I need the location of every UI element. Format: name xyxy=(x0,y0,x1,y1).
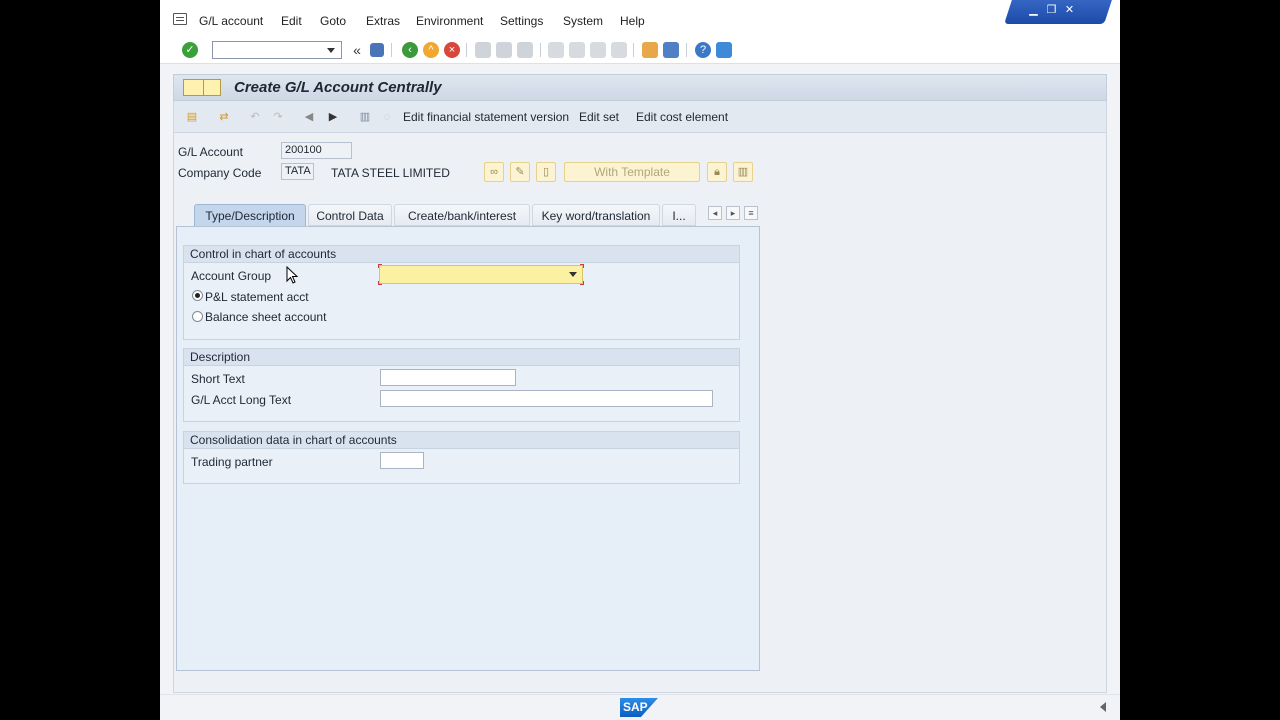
other-object-icon[interactable]: ⇄ xyxy=(217,110,231,124)
menu-environment[interactable]: Environment xyxy=(416,14,483,28)
required-marker xyxy=(580,264,584,268)
with-template-button[interactable]: With Template xyxy=(564,162,700,182)
menu-extras[interactable]: Extras xyxy=(366,14,400,28)
menu-edit[interactable]: Edit xyxy=(281,14,302,28)
sap-logo: SAP xyxy=(620,698,658,717)
pl-statement-label: P&L statement acct xyxy=(205,290,309,304)
tab-type-description[interactable]: Type/Description xyxy=(194,204,306,226)
trading-partner-field[interactable] xyxy=(380,452,424,469)
balance-sheet-label: Balance sheet account xyxy=(205,310,327,324)
cancel-icon[interactable]: × xyxy=(444,42,460,58)
save-icon[interactable] xyxy=(370,43,384,57)
system-toolbar: ✓ « ‹ ^ × ? xyxy=(160,38,1120,64)
mouse-cursor-icon xyxy=(286,266,298,284)
control-group-title: Control in chart of accounts xyxy=(184,246,739,263)
consolidation-group-title: Consolidation data in chart of accounts xyxy=(184,432,739,449)
previous-page-icon[interactable] xyxy=(569,42,585,58)
menu-gl-account[interactable]: G/L account xyxy=(199,14,263,28)
tab-list-icon[interactable]: ≡ xyxy=(744,206,758,220)
find-icon[interactable] xyxy=(496,42,512,58)
overview-icon[interactable]: ▥ xyxy=(358,110,372,124)
menu-bar: G/L account Edit Goto Extras Environment… xyxy=(160,0,1120,38)
account-group-dropdown[interactable] xyxy=(378,264,584,285)
required-marker xyxy=(378,281,382,285)
edit-pencil-icon[interactable]: ✎ xyxy=(510,162,530,182)
toolbar-separator xyxy=(540,43,541,57)
company-code-field[interactable]: TATA xyxy=(281,163,314,180)
long-text-field[interactable] xyxy=(380,390,713,407)
menu-settings[interactable]: Settings xyxy=(500,14,543,28)
page-title: Create G/L Account Centrally xyxy=(234,79,442,96)
help-icon[interactable]: ? xyxy=(695,42,711,58)
lock-icon[interactable]: 🔒︎ xyxy=(707,162,727,182)
toolbar-separator xyxy=(633,43,634,57)
back-icon[interactable]: ‹ xyxy=(402,42,418,58)
status-bar: SAP xyxy=(160,694,1120,720)
redo-icon[interactable]: ↷ xyxy=(271,110,285,124)
tab-control-data[interactable]: Control Data xyxy=(308,204,392,226)
application-toolbar: ▤ ⇄ ↶ ↷ ◀ ▶ ▥ ◌ Edit financial statement… xyxy=(173,101,1107,133)
next-icon[interactable]: ▶ xyxy=(326,110,340,124)
description-group-title: Description xyxy=(184,349,739,366)
company-code-label: Company Code xyxy=(178,166,262,180)
edit-cost-element-button[interactable]: Edit cost element xyxy=(636,110,728,124)
toolbar-separator xyxy=(686,43,687,57)
required-marker xyxy=(378,264,382,268)
long-text-label: G/L Acct Long Text xyxy=(191,393,292,407)
required-marker xyxy=(580,281,584,285)
minimize-icon[interactable]: ▁ xyxy=(1026,4,1040,17)
pl-statement-radio[interactable] xyxy=(192,290,203,301)
customize-layout-icon[interactable] xyxy=(716,42,732,58)
menu-system[interactable]: System xyxy=(563,14,603,28)
close-icon[interactable]: ✕ xyxy=(1062,4,1076,17)
last-page-icon[interactable] xyxy=(611,42,627,58)
back-double-arrow-icon[interactable]: « xyxy=(349,42,365,58)
tab-scroll-right-icon[interactable]: ▸ xyxy=(726,206,740,220)
company-name: TATA STEEL LIMITED xyxy=(331,166,450,180)
new-session-icon[interactable] xyxy=(642,42,658,58)
tab-create-bank-interest[interactable]: Create/bank/interest xyxy=(394,204,530,226)
gl-account-field[interactable]: 200100 xyxy=(281,142,352,159)
tab-scroll-left-icon[interactable]: ◂ xyxy=(708,206,722,220)
status-expand-icon[interactable] xyxy=(1100,702,1106,712)
undo-icon[interactable]: ↶ xyxy=(248,110,262,124)
tab-more[interactable]: I... xyxy=(662,204,696,226)
next-page-icon[interactable] xyxy=(590,42,606,58)
gl-account-label: G/L Account xyxy=(178,145,243,159)
display-link-icon[interactable]: ∞ xyxy=(484,162,504,182)
short-text-field[interactable] xyxy=(380,369,516,386)
window-controls: ▁ ❐ ✕ xyxy=(1004,0,1112,24)
delete-trash-icon[interactable]: ▥ xyxy=(733,162,753,182)
command-field[interactable] xyxy=(212,41,342,59)
short-text-label: Short Text xyxy=(191,372,245,386)
edit-set-button[interactable]: Edit set xyxy=(579,110,619,124)
tab-keyword-translation[interactable]: Key word/translation xyxy=(532,204,660,226)
enter-icon[interactable]: ✓ xyxy=(182,42,198,58)
title-bar: Create G/L Account Centrally xyxy=(173,74,1107,101)
transaction-icon[interactable] xyxy=(183,79,221,96)
chevron-down-icon[interactable] xyxy=(569,272,577,277)
edit-financial-statement-version-button[interactable]: Edit financial statement version xyxy=(403,110,569,124)
trading-partner-label: Trading partner xyxy=(191,455,273,469)
shortcut-icon[interactable] xyxy=(663,42,679,58)
display-change-icon[interactable]: ▤ xyxy=(185,110,199,124)
toolbar-separator xyxy=(466,43,467,57)
menu-goto[interactable]: Goto xyxy=(320,14,346,28)
balance-sheet-radio[interactable] xyxy=(192,311,203,322)
account-group-label: Account Group xyxy=(191,269,272,283)
restore-icon[interactable]: ❐ xyxy=(1044,4,1058,17)
create-document-icon[interactable]: ▯ xyxy=(536,162,556,182)
previous-icon[interactable]: ◀ xyxy=(302,110,316,124)
first-page-icon[interactable] xyxy=(548,42,564,58)
print-icon[interactable] xyxy=(475,42,491,58)
system-menu-icon[interactable] xyxy=(173,13,187,25)
find-next-icon[interactable] xyxy=(517,42,533,58)
menu-help[interactable]: Help xyxy=(620,14,645,28)
where-used-icon[interactable]: ◌ xyxy=(380,110,394,124)
exit-icon[interactable]: ^ xyxy=(423,42,439,58)
toolbar-separator xyxy=(391,43,392,57)
